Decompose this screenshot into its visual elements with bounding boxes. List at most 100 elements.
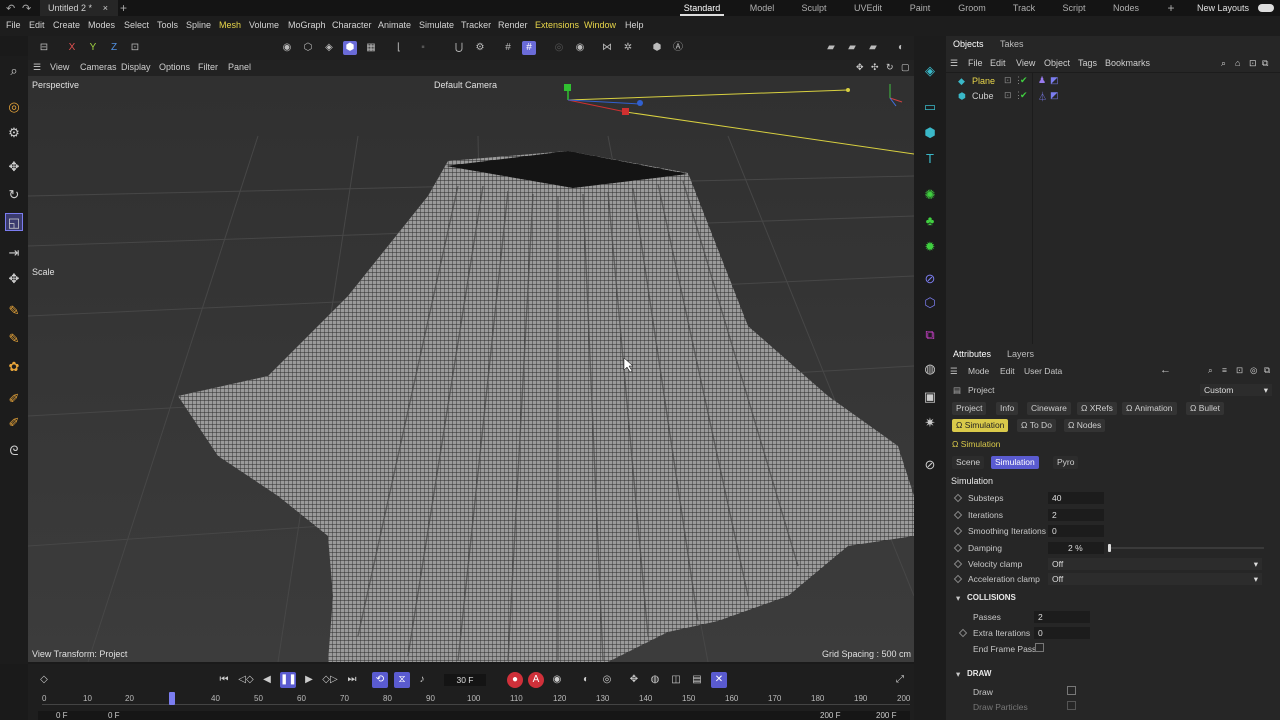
spline-pen-icon[interactable]: ✎ <box>5 302 23 320</box>
add-layout-icon[interactable]: + <box>1164 0 1178 16</box>
tab-takes[interactable]: Takes <box>1000 39 1024 49</box>
auto-key-button[interactable]: A <box>528 672 544 688</box>
acceleration-clamp-select[interactable]: Off ▾ <box>1048 573 1262 585</box>
symmetry-icon[interactable]: ⋈ <box>600 41 614 55</box>
rotate-tool-icon[interactable]: ↻ <box>5 186 23 204</box>
menu-tracker[interactable]: Tracker <box>461 20 491 30</box>
points-mode-icon[interactable]: ◉ <box>280 41 294 55</box>
perspective-label[interactable]: Perspective <box>32 80 79 90</box>
start-frame[interactable]: 0 F <box>56 711 68 720</box>
menu-extensions[interactable]: Extensions <box>535 20 579 30</box>
camera-label[interactable]: Default Camera <box>434 80 497 90</box>
menu-render[interactable]: Render <box>498 20 528 30</box>
menu-create[interactable]: Create <box>53 20 80 30</box>
dolly-view-icon[interactable]: ✣ <box>871 62 879 73</box>
next-key-icon[interactable]: ◇▷ <box>322 672 338 688</box>
prev-key-icon[interactable]: ◁◇ <box>238 672 254 688</box>
coordinate-system-icon[interactable]: ⊡ <box>128 41 142 55</box>
pan-view-icon[interactable]: ✥ <box>856 62 864 73</box>
spline-smooth-icon[interactable]: ✿ <box>5 358 23 376</box>
timeline-expand-icon[interactable]: ⤢ <box>892 672 908 688</box>
layout-script[interactable]: Script <box>1052 0 1096 16</box>
subtab-pyro[interactable]: Pyro <box>1053 456 1079 469</box>
brush-tool-icon[interactable]: ✐ <box>5 390 23 408</box>
sketch-icon[interactable]: ⊘ <box>921 456 939 474</box>
new-window-icon[interactable]: ⧉ <box>1262 58 1268 69</box>
viewport-menu-view[interactable]: View <box>50 62 69 72</box>
subtab-scene[interactable]: Scene <box>952 456 985 469</box>
next-frame-icon[interactable]: ▶ <box>301 672 317 688</box>
iterations-field[interactable]: 2 <box>1048 509 1104 521</box>
tab-xrefs[interactable]: Ω XRefs <box>1077 402 1117 415</box>
tab-objects[interactable]: Objects <box>953 39 984 49</box>
goto-end-icon[interactable]: ⏭ <box>344 672 360 688</box>
prev-frame-icon[interactable]: ◀ <box>259 672 275 688</box>
filter-icon[interactable]: ≡ <box>1222 365 1227 375</box>
back-arrow-icon[interactable]: ← <box>1160 364 1171 376</box>
edges-mode-icon[interactable]: ⬡ <box>301 41 315 55</box>
tweak-icon[interactable]: ✲ <box>621 41 635 55</box>
keyframe-icon[interactable] <box>958 628 968 638</box>
object-axis-icon[interactable]: ⬢ <box>650 41 664 55</box>
interpolation-button[interactable]: ✕ <box>711 672 727 688</box>
sound-icon[interactable]: ♪ <box>414 672 430 688</box>
viewport-menu-panel[interactable]: Panel <box>228 62 251 72</box>
layout-sculpt[interactable]: Sculpt <box>792 0 836 16</box>
text-spline-icon[interactable]: T <box>921 150 939 168</box>
menu-window[interactable]: Window <box>584 20 616 30</box>
goto-start-icon[interactable]: ⏮ <box>216 672 232 688</box>
enabled-check-icon[interactable]: ✔ <box>1020 90 1028 101</box>
layout-groom[interactable]: Groom <box>950 0 994 16</box>
keyframe-diamond-icon[interactable]: ◇ <box>36 672 52 688</box>
smoothing-iterations-field[interactable]: 0 <box>1048 525 1104 537</box>
tab-info[interactable]: Info <box>996 402 1019 415</box>
deformer-icon[interactable]: ⊘ <box>921 270 939 288</box>
menu-simulate[interactable]: Simulate <box>419 20 454 30</box>
passes-field[interactable]: 2 <box>1034 611 1090 623</box>
viewport-solo-icon[interactable]: ◉ <box>573 41 587 55</box>
menu-tools[interactable]: Tools <box>157 20 178 30</box>
scale-tool-icon[interactable]: ◱ <box>5 213 23 231</box>
layout-uvedit[interactable]: UVEdit <box>846 0 890 16</box>
key-rotation-icon[interactable]: ◎ <box>599 672 615 688</box>
attributes-menu-user-data[interactable]: User Data <box>1024 366 1062 376</box>
close-icon[interactable]: × <box>103 0 108 16</box>
new-layouts-toggle[interactable] <box>1258 4 1274 12</box>
generator-icon[interactable]: ✺ <box>921 186 939 204</box>
search-icon[interactable]: ⌕ <box>1221 58 1226 69</box>
render-settings-icon[interactable]: ▰ <box>866 41 880 55</box>
attributes-menu-mode[interactable]: Mode <box>968 366 989 376</box>
object-row-cube[interactable]: ⬢ Cube ⊡ ⋮ ✔ <box>954 90 1034 103</box>
cube-create-icon[interactable]: ◈ <box>921 62 939 80</box>
objects-menu-tags[interactable]: Tags <box>1078 58 1097 68</box>
polygons-mode-icon[interactable]: ◈ <box>322 41 336 55</box>
layout-nodes[interactable]: Nodes <box>1104 0 1148 16</box>
viewport-menu-display[interactable]: Display <box>121 62 151 72</box>
damping-slider[interactable] <box>1108 547 1264 549</box>
chevron-down-icon[interactable]: ▾ <box>956 669 960 680</box>
quantize-icon[interactable]: # <box>522 41 536 55</box>
key-point-icon[interactable]: ▤ <box>689 672 705 688</box>
uv-tag-icon[interactable]: ◩ <box>1050 90 1059 101</box>
key-pla-icon[interactable]: ◫ <box>668 672 684 688</box>
menu-mesh[interactable]: Mesh <box>219 20 241 30</box>
tab-simulation[interactable]: Ω Simulation <box>952 419 1009 432</box>
viewport-menu-options[interactable]: Options <box>159 62 190 72</box>
search-icon[interactable]: ⌕ <box>1208 365 1213 376</box>
selection-options-icon[interactable]: ⚙ <box>5 124 23 142</box>
viewport-menu-icon[interactable]: ☰ <box>33 62 41 73</box>
snap-settings-icon[interactable]: ⚙ <box>473 41 487 55</box>
cloner-icon[interactable]: ♣ <box>921 212 939 230</box>
render-view-icon[interactable]: ▰ <box>824 41 838 55</box>
playhead[interactable] <box>169 692 175 705</box>
settings-icon[interactable]: ◎ <box>1250 365 1257 376</box>
home-icon[interactable]: ⌂ <box>1235 58 1240 68</box>
key-param-icon[interactable]: ◍ <box>647 672 663 688</box>
end-frame-pass-checkbox[interactable] <box>1035 643 1044 652</box>
tab-bullet[interactable]: Ω Bullet <box>1186 402 1224 415</box>
tracer-icon[interactable]: ⧉ <box>921 326 939 344</box>
keyframe-icon[interactable] <box>953 493 963 503</box>
viewport-menu-cameras[interactable]: Cameras <box>80 62 117 72</box>
axis-z-button[interactable]: Z <box>107 41 121 55</box>
axis-y-button[interactable]: Y <box>86 41 100 55</box>
